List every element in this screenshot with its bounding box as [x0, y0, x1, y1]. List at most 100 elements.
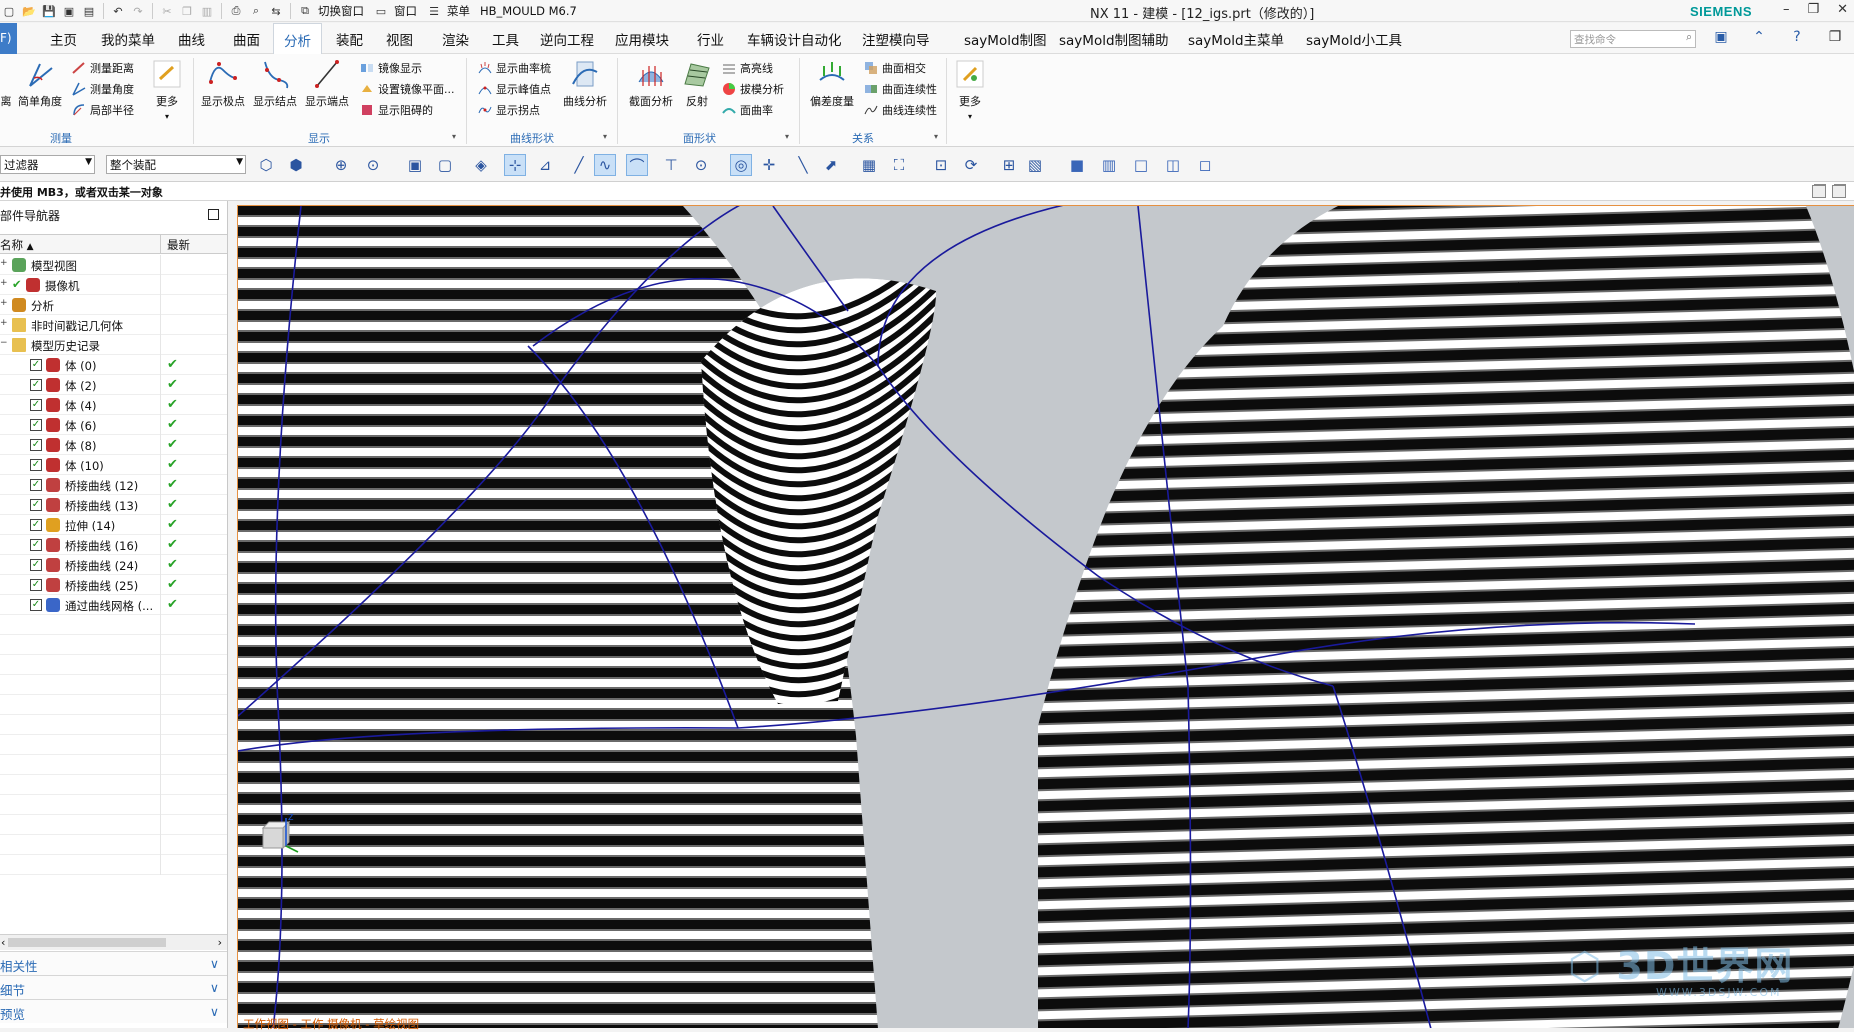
show-inflections-button[interactable]: 显示拐点 [478, 102, 540, 118]
expand-icon[interactable]: + [0, 318, 8, 328]
deselect-icon[interactable]: ⬢ [285, 154, 307, 176]
tab-12[interactable]: 车辆设计自动化 [747, 29, 842, 49]
highlight-lines-button[interactable]: 高亮线 [722, 60, 773, 76]
visibility-checkbox[interactable]: ✓ [30, 359, 42, 371]
switch-window-icon[interactable]: ⧉ [296, 3, 314, 19]
restore-icon[interactable]: ❐ [1807, 2, 1819, 17]
line-point-icon[interactable]: ╲ [792, 154, 814, 176]
show-poles-button[interactable]: 显示极点 [198, 58, 248, 109]
zoom-icon[interactable]: ⊡ [930, 154, 952, 176]
section-analysis-button[interactable]: 截面分析 [624, 58, 678, 109]
show-comb-button[interactable]: 显示曲率梳 [478, 60, 551, 76]
visibility-checkbox[interactable]: ✓ [30, 539, 42, 551]
face-continuity-button[interactable]: 曲面连续性 [864, 81, 937, 97]
mirror-display-button[interactable]: 镜像显示 [360, 60, 422, 76]
close-icon[interactable]: ✕ [1837, 2, 1848, 17]
pan-icon[interactable]: ⊞ [998, 154, 1020, 176]
face-intersection-button[interactable]: 曲面相交 [864, 60, 926, 76]
existing-point-icon[interactable]: ⬈ [820, 154, 842, 176]
tab-4[interactable]: 分析 [273, 23, 322, 54]
tree-row[interactable]: + ✔ 摄像机 [0, 275, 227, 295]
redo-icon[interactable]: ↷ [129, 3, 147, 19]
tree-row[interactable]: ✓ 体 (2) ✔ [0, 375, 227, 395]
visibility-checkbox[interactable]: ✓ [30, 499, 42, 511]
menu-icon[interactable]: ☰ [425, 3, 443, 19]
show-endpoints-button[interactable]: 显示端点 [302, 58, 352, 109]
command-search-input[interactable]: 查找命令 ⌕ [1570, 30, 1696, 48]
show-thickness-button[interactable]: 显示阻碍的 [360, 102, 433, 118]
type-filter-select[interactable]: 过滤器 ▼ [0, 155, 95, 174]
tree-row[interactable]: − 模型历史记录 [0, 335, 227, 355]
curve-select-icon[interactable]: ╱ [568, 154, 590, 176]
tab-11[interactable]: 行业 [697, 29, 724, 49]
shaded-icon[interactable]: ■ [1066, 154, 1088, 176]
shaded-edges-icon[interactable]: ▥ [1098, 154, 1120, 176]
fit-icon[interactable]: ⛶ [888, 154, 910, 176]
visibility-checkbox[interactable]: ✓ [30, 479, 42, 491]
tab-6[interactable]: 视图 [386, 29, 413, 49]
simple-angle-button[interactable]: 简单角度 [16, 58, 64, 109]
scroll-left-icon[interactable]: ‹ [1, 936, 5, 949]
hidden-edges-icon[interactable]: ◫ [1162, 154, 1184, 176]
cut-icon[interactable]: ✂ [158, 3, 176, 19]
curve-continuity-button[interactable]: 曲线连续性 [864, 102, 937, 118]
tree-row[interactable]: ✓ 体 (4) ✔ [0, 395, 227, 415]
copy-icon[interactable]: ❐ [178, 3, 196, 19]
tab-3[interactable]: 曲面 [233, 29, 260, 49]
column-name-header[interactable]: 名称 ▲ [0, 237, 34, 253]
select-all-icon[interactable]: ⬡ [255, 154, 277, 176]
tab-0[interactable]: 主页 [50, 29, 77, 49]
snap-end-icon[interactable]: ⊹ [504, 154, 526, 176]
restore-icon[interactable]: ❐ [1824, 27, 1846, 47]
menu-label[interactable]: 菜单 [447, 3, 470, 19]
center-point-icon[interactable]: ⊙ [690, 154, 712, 176]
panel-1[interactable]: 细节 ∨ [0, 975, 227, 999]
repeat-command-icon[interactable]: ⇆ [267, 3, 285, 19]
visibility-checkbox[interactable]: ✓ [30, 439, 42, 451]
rotate-icon[interactable]: ⟳ [960, 154, 982, 176]
tab-7[interactable]: 渲染 [442, 29, 469, 49]
tangent-icon[interactable]: ⌒ [626, 154, 648, 176]
tree-row[interactable]: ✓ 通过曲线网格 (... ✔ [0, 595, 227, 615]
search-icon[interactable]: ⌕ [1686, 31, 1692, 44]
spline-icon[interactable]: ∿ [594, 154, 616, 176]
tree-row[interactable]: ✓ 桥接曲线 (24) ✔ [0, 555, 227, 575]
tab-9[interactable]: 逆向工程 [540, 29, 594, 49]
deviation-button[interactable]: 偏差度量 [806, 58, 858, 109]
quadrant-icon[interactable]: ◎ [730, 154, 752, 176]
tree-row[interactable]: + 模型视图 [0, 255, 227, 275]
tree-row[interactable]: ✓ 桥接曲线 (12) ✔ [0, 475, 227, 495]
print-icon[interactable]: ⎙ [227, 3, 245, 19]
visibility-checkbox[interactable]: ✓ [30, 559, 42, 571]
local-radius-button[interactable]: 局部半径 [72, 102, 134, 118]
static-wire-icon[interactable]: ◻ [1194, 154, 1216, 176]
switch-window-label[interactable]: 切换窗口 [318, 3, 364, 19]
save-icon[interactable]: 💾 [40, 3, 58, 19]
measure-angle-button[interactable]: 测量角度 [72, 81, 134, 97]
collapse-icon[interactable]: − [0, 338, 8, 348]
face-curvature-button[interactable]: 面曲率 [722, 102, 773, 118]
tree-row[interactable]: ✓ 拉伸 (14) ✔ [0, 515, 227, 535]
window-icon[interactable]: ▭ [372, 3, 390, 19]
zoom-window-icon[interactable]: ⌕ [247, 3, 265, 19]
body-select-icon[interactable]: ▢ [434, 154, 456, 176]
tab-16[interactable]: sayMold主菜单 [1188, 29, 1284, 49]
view-orient-icon[interactable]: ▧ [1024, 154, 1046, 176]
help-icon[interactable]: ? [1786, 27, 1808, 47]
face-select-icon[interactable]: ▣ [404, 154, 426, 176]
tree-row[interactable]: + 分析 [0, 295, 227, 315]
tree-row[interactable]: ✓ 桥接曲线 (25) ✔ [0, 575, 227, 595]
measure-distance-big-button[interactable]: 离 [0, 58, 12, 109]
point-on-curve-icon[interactable]: ⊙ [362, 154, 384, 176]
file-tab[interactable]: F) [0, 23, 17, 54]
relation-group-expand-icon[interactable]: ▾ [934, 132, 938, 141]
tree-row[interactable]: ✓ 体 (10) ✔ [0, 455, 227, 475]
new-file-icon[interactable]: ▢ [0, 3, 18, 19]
measure-distance-button[interactable]: 测量距离 [72, 60, 134, 76]
window-style-icon[interactable]: ▣ [1710, 27, 1732, 47]
viewport-option-icon[interactable] [1812, 185, 1826, 198]
wireframe-icon[interactable]: □ [1130, 154, 1152, 176]
draft-analysis-button[interactable]: 拔模分析 [722, 81, 784, 97]
tree-row[interactable]: ✓ 体 (6) ✔ [0, 415, 227, 435]
tab-13[interactable]: 注塑模向导 [862, 29, 930, 49]
